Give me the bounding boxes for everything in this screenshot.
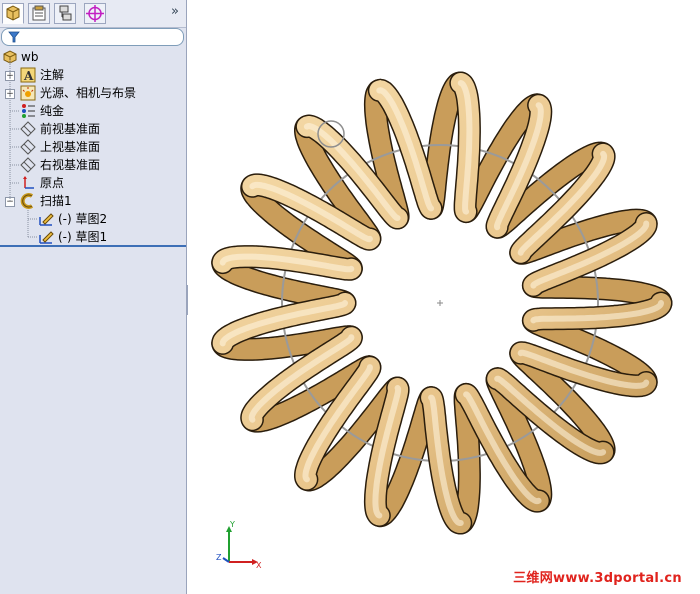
plane-icon bbox=[20, 121, 36, 137]
tree-item-label: 上视基准面 bbox=[40, 140, 101, 154]
tab-property-manager[interactable] bbox=[28, 3, 50, 24]
origin-icon bbox=[23, 176, 34, 189]
plane-icon bbox=[20, 157, 36, 173]
sketch-icon bbox=[39, 231, 54, 244]
expand-plus-icon[interactable]: + bbox=[5, 89, 15, 99]
tree-item-origin[interactable]: 原点 bbox=[0, 174, 186, 192]
center-mark bbox=[437, 300, 443, 306]
tree-item-lights-cameras[interactable]: + 光源、相机与布景 bbox=[0, 84, 186, 102]
tree-item-label: 前视基准面 bbox=[40, 122, 101, 136]
z-axis-label: Z bbox=[216, 553, 222, 562]
helical-coil-model[interactable] bbox=[188, 0, 700, 594]
tree-item-front-plane[interactable]: 前视基准面 bbox=[0, 120, 186, 138]
sweep-feature-icon bbox=[20, 193, 34, 209]
expand-plus-icon[interactable]: + bbox=[5, 71, 15, 81]
tree-item-sweep1[interactable]: − 扫描1 bbox=[0, 192, 186, 210]
tree-item-label: 光源、相机与布景 bbox=[40, 86, 137, 100]
tree-item-material[interactable]: 纯金 bbox=[0, 102, 186, 120]
configuration-manager-icon bbox=[59, 5, 72, 21]
filter-icon bbox=[8, 31, 20, 43]
tree-item-label: 纯金 bbox=[40, 104, 65, 118]
plane-icon bbox=[20, 139, 36, 155]
tab-configuration-manager[interactable] bbox=[54, 3, 76, 24]
tree-item-top-plane[interactable]: 上视基准面 bbox=[0, 138, 186, 156]
feature-manager-icon bbox=[6, 5, 20, 21]
tree-filter-input[interactable] bbox=[1, 28, 184, 46]
tab-dimxpert-manager[interactable] bbox=[84, 3, 106, 24]
tree-item-label: (-) 草图2 bbox=[58, 212, 108, 226]
manager-tab-bar: » bbox=[0, 0, 186, 28]
x-axis-label: X bbox=[256, 561, 262, 570]
tree-item-label: 原点 bbox=[40, 176, 65, 190]
collapse-minus-icon[interactable]: − bbox=[5, 197, 15, 207]
tree-item-label: 右视基准面 bbox=[40, 158, 101, 172]
tree-item-sketch1[interactable]: (-) 草图1 bbox=[0, 228, 186, 246]
lights-cameras-scene-icon bbox=[20, 85, 36, 101]
triad-axes[interactable]: Y X Z bbox=[212, 520, 262, 570]
dimxpert-manager-icon bbox=[86, 5, 104, 22]
sketch-icon bbox=[39, 213, 54, 226]
tree-root-part[interactable]: wb bbox=[0, 48, 186, 66]
tree-item-sketch2[interactable]: (-) 草图2 bbox=[0, 210, 186, 228]
material-icon bbox=[22, 104, 35, 118]
tree-item-right-plane[interactable]: 右视基准面 bbox=[0, 156, 186, 174]
tree-item-label: 扫描1 bbox=[40, 194, 72, 208]
y-axis-label: Y bbox=[229, 520, 235, 529]
feature-manager-panel: » wb + A 注解 + 光源、相机与布景 纯金 前视基准面 上视基准面 右视… bbox=[0, 0, 187, 594]
watermark-text: 三维网www.3dportal.cn bbox=[513, 571, 682, 586]
tree-root-label: wb bbox=[21, 50, 39, 64]
tree-rollback-bar[interactable] bbox=[0, 245, 186, 247]
tree-item-label: (-) 草图1 bbox=[58, 230, 108, 244]
part-icon bbox=[3, 50, 17, 64]
tab-feature-manager[interactable] bbox=[2, 3, 24, 24]
property-manager-icon bbox=[32, 5, 46, 21]
graphics-viewport[interactable]: Y X Z 三维网www.3dportal.cn bbox=[188, 0, 700, 594]
tree-item-label: 注解 bbox=[40, 68, 65, 82]
svg-text:A: A bbox=[23, 69, 34, 83]
double-chevron-right-icon[interactable]: » bbox=[171, 4, 179, 19]
annotation-icon: A bbox=[20, 67, 36, 83]
tree-item-annotations[interactable]: + A 注解 bbox=[0, 66, 186, 84]
